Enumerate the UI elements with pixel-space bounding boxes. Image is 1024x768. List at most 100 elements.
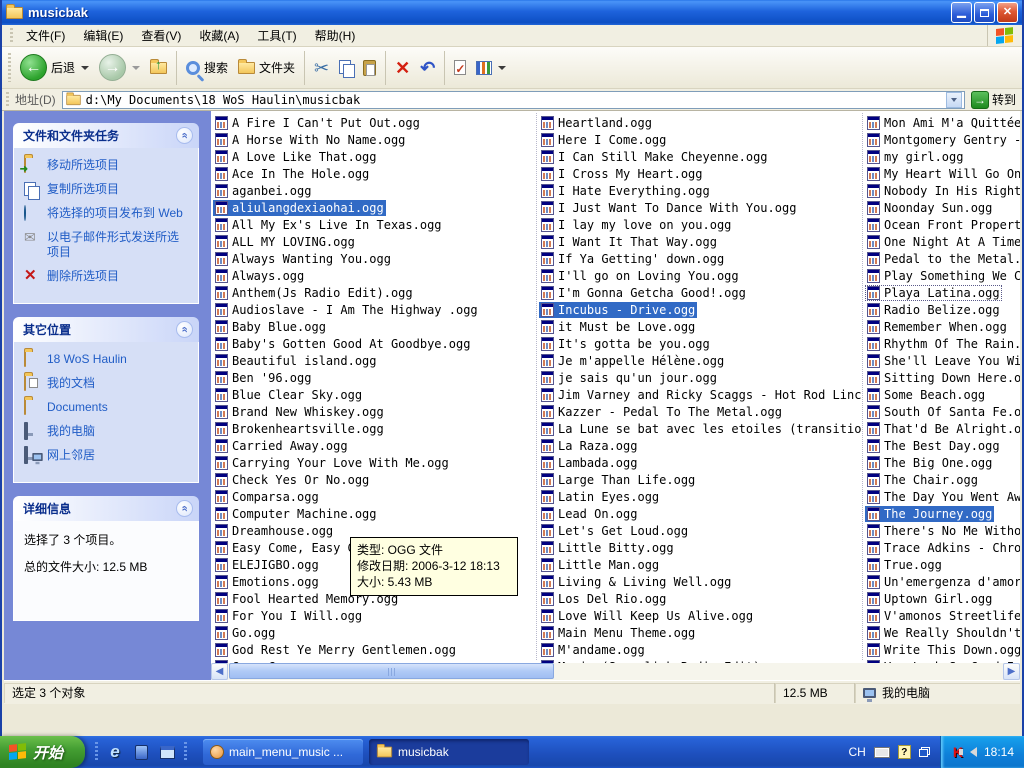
file-item[interactable]: Rhythm Of The Rain.ogg xyxy=(865,336,1020,352)
file-tasks-header[interactable]: 文件和文件夹任务 « xyxy=(13,123,199,148)
file-item[interactable]: Large Than Life.ogg xyxy=(539,472,697,488)
file-item[interactable]: Ace In The Hole.ogg xyxy=(213,166,371,182)
file-item[interactable]: Radio Belize.ogg xyxy=(865,302,1002,318)
volume-icon[interactable] xyxy=(970,747,977,757)
file-item[interactable]: aliulangdexiaohai.ogg xyxy=(213,200,386,216)
file-item[interactable]: I Want It That Way.ogg xyxy=(539,234,719,250)
address-input[interactable]: d:\My Documents\18 WoS Haulin\musicbak xyxy=(62,91,965,109)
toolbar-grip[interactable] xyxy=(8,53,11,82)
file-item[interactable]: Incubus - Drive.ogg xyxy=(539,302,697,318)
file-item[interactable]: Pedal to the Metal.ogg xyxy=(865,251,1020,267)
search-button[interactable]: 搜索 xyxy=(181,56,233,79)
file-item[interactable]: aganbei.ogg xyxy=(213,183,313,199)
file-item[interactable]: The Best Day.ogg xyxy=(865,438,1002,454)
file-item[interactable]: Kazzer - Pedal To The Metal.ogg xyxy=(539,404,784,420)
file-item[interactable]: V'amonos Streetlife.ogg xyxy=(865,608,1020,624)
file-item[interactable]: it Must be Love.ogg xyxy=(539,319,697,335)
file-item[interactable]: Latin Eyes.ogg xyxy=(539,489,661,505)
file-item[interactable]: Dreamhouse.ogg xyxy=(213,523,335,539)
file-item[interactable]: Living & Living Well.ogg xyxy=(539,574,733,590)
file-item[interactable]: Brand New Whiskey.ogg xyxy=(213,404,386,420)
file-item[interactable]: Playa Latina.ogg xyxy=(865,285,1002,301)
scroll-track[interactable] xyxy=(228,663,1003,680)
file-item[interactable]: my girl.ogg xyxy=(865,149,965,165)
undo-button[interactable]: ↶ xyxy=(415,56,440,80)
task-musicbak[interactable]: musicbak xyxy=(369,739,529,765)
file-item[interactable]: Anthem(Js Radio Edit).ogg xyxy=(213,285,415,301)
file-item[interactable]: Lambada.ogg xyxy=(539,455,639,471)
address-dropdown-button[interactable] xyxy=(946,92,962,108)
file-item[interactable]: That'd Be Alright.ogg xyxy=(865,421,1020,437)
file-item[interactable]: The Day You Went Away.og xyxy=(865,489,1020,505)
file-item[interactable]: God Rest Ye Merry Gentlemen.ogg xyxy=(213,642,458,658)
file-item[interactable]: She'll Leave You With A xyxy=(865,353,1020,369)
file-item[interactable]: There's No Me Without Yo xyxy=(865,523,1020,539)
file-item[interactable]: Trace Adkins - Chrome.og xyxy=(865,540,1020,556)
file-item[interactable]: Little Man.ogg xyxy=(539,557,661,573)
menu-favorites[interactable]: 收藏(A) xyxy=(190,25,248,46)
paste-button[interactable] xyxy=(358,57,381,79)
start-button[interactable]: 开始 xyxy=(0,736,85,768)
publish-web-link[interactable]: 将选择的项目发布到 Web xyxy=(24,206,190,221)
file-item[interactable]: Baby Blue.ogg xyxy=(213,319,328,335)
file-item[interactable]: I'm Gonna Getcha Good!.ogg xyxy=(539,285,748,301)
delete-items-link[interactable]: ✕ 删除所选项目 xyxy=(24,269,190,284)
task-main-menu-music[interactable]: main_menu_music ... xyxy=(203,739,363,765)
show-desktop-icon[interactable] xyxy=(158,743,176,761)
file-list[interactable]: A Fire I Can't Put Out.oggA Horse With N… xyxy=(211,111,1020,680)
file-item[interactable]: I Just Want To Dance With You.ogg xyxy=(539,200,798,216)
file-item[interactable]: Main Menu Theme.ogg xyxy=(539,625,697,641)
file-item[interactable]: South Of Santa Fe.ogg xyxy=(865,404,1020,420)
keyboard-icon[interactable] xyxy=(874,747,890,758)
restore-panel-icon[interactable] xyxy=(919,747,930,757)
minimize-button[interactable]: ▁ xyxy=(951,2,972,23)
file-item[interactable]: Audioslave - I Am The Highway .ogg xyxy=(213,302,480,318)
email-items-link[interactable]: ✉ 以电子邮件形式发送所选项目 xyxy=(24,230,190,260)
file-item[interactable]: Always Wanting You.ogg xyxy=(213,251,393,267)
file-item[interactable]: Some Beach.ogg xyxy=(865,387,987,403)
back-dropdown-icon[interactable] xyxy=(81,66,89,70)
taskband-grip[interactable] xyxy=(184,742,187,762)
file-item[interactable]: Los Del Rio.ogg xyxy=(539,591,668,607)
file-item[interactable]: Blue Clear Sky.ogg xyxy=(213,387,364,403)
file-item[interactable]: Noonday Sun.ogg xyxy=(865,200,994,216)
file-item[interactable]: It's gotta be you.ogg xyxy=(539,336,712,352)
file-item[interactable]: La Lune se bat avec les etoiles (transit… xyxy=(539,421,861,437)
up-button[interactable]: ↑ xyxy=(145,59,172,77)
file-item[interactable]: Emotions.ogg xyxy=(213,574,321,590)
file-item[interactable]: M'andame.ogg xyxy=(539,642,647,658)
language-indicator[interactable]: CH xyxy=(849,745,866,759)
delete-button[interactable]: ✕ xyxy=(390,56,415,80)
file-item[interactable]: Mon Ami M'a Quittée.ogg xyxy=(865,115,1020,131)
file-item[interactable]: je sais qu'un jour.ogg xyxy=(539,370,719,386)
file-item[interactable]: Nobody In His Right Mind xyxy=(865,183,1020,199)
file-item[interactable]: Carried Away.ogg xyxy=(213,438,350,454)
menu-help[interactable]: 帮助(H) xyxy=(306,25,365,46)
sync-check-button[interactable] xyxy=(449,57,471,78)
file-item[interactable]: Carrying Your Love With Me.ogg xyxy=(213,455,451,471)
file-item[interactable]: The Big One.ogg xyxy=(865,455,994,471)
file-item[interactable]: The Journey.ogg xyxy=(865,506,994,522)
copy-items-link[interactable]: 复制所选项目 xyxy=(24,182,190,197)
back-button[interactable]: ← 后退 xyxy=(15,51,94,84)
file-item[interactable]: Montgomery Gentry - Spee xyxy=(865,132,1020,148)
file-item[interactable]: Check Yes Or No.ogg xyxy=(213,472,371,488)
file-item[interactable]: I'll go on Loving You.ogg xyxy=(539,268,741,284)
views-dropdown-icon[interactable] xyxy=(498,66,506,70)
move-items-link[interactable]: ➜ 移动所选项目 xyxy=(24,158,190,173)
file-item[interactable]: If Ya Getting' down.ogg xyxy=(539,251,726,267)
go-button[interactable]: → 转到 xyxy=(965,91,1022,109)
collapse-chevron-icon[interactable]: « xyxy=(176,127,193,144)
file-item[interactable]: A Horse With No Name.ogg xyxy=(213,132,407,148)
collapse-chevron-icon[interactable]: « xyxy=(176,321,193,338)
file-item[interactable]: Little Bitty.ogg xyxy=(539,540,676,556)
cut-button[interactable]: ✂ xyxy=(309,56,334,80)
file-item[interactable]: We Really Shouldn't Be D xyxy=(865,625,1020,641)
file-item[interactable]: One Night At A Time.ogg xyxy=(865,234,1020,250)
menu-tools[interactable]: 工具(T) xyxy=(248,25,305,46)
file-item[interactable]: Let's Get Loud.ogg xyxy=(539,523,690,539)
file-item[interactable]: All My Ex's Live In Texas.ogg xyxy=(213,217,444,233)
file-item[interactable]: I Cross My Heart.ogg xyxy=(539,166,705,182)
file-item[interactable]: Lead On.ogg xyxy=(539,506,639,522)
file-item[interactable]: A Fire I Can't Put Out.ogg xyxy=(213,115,422,131)
